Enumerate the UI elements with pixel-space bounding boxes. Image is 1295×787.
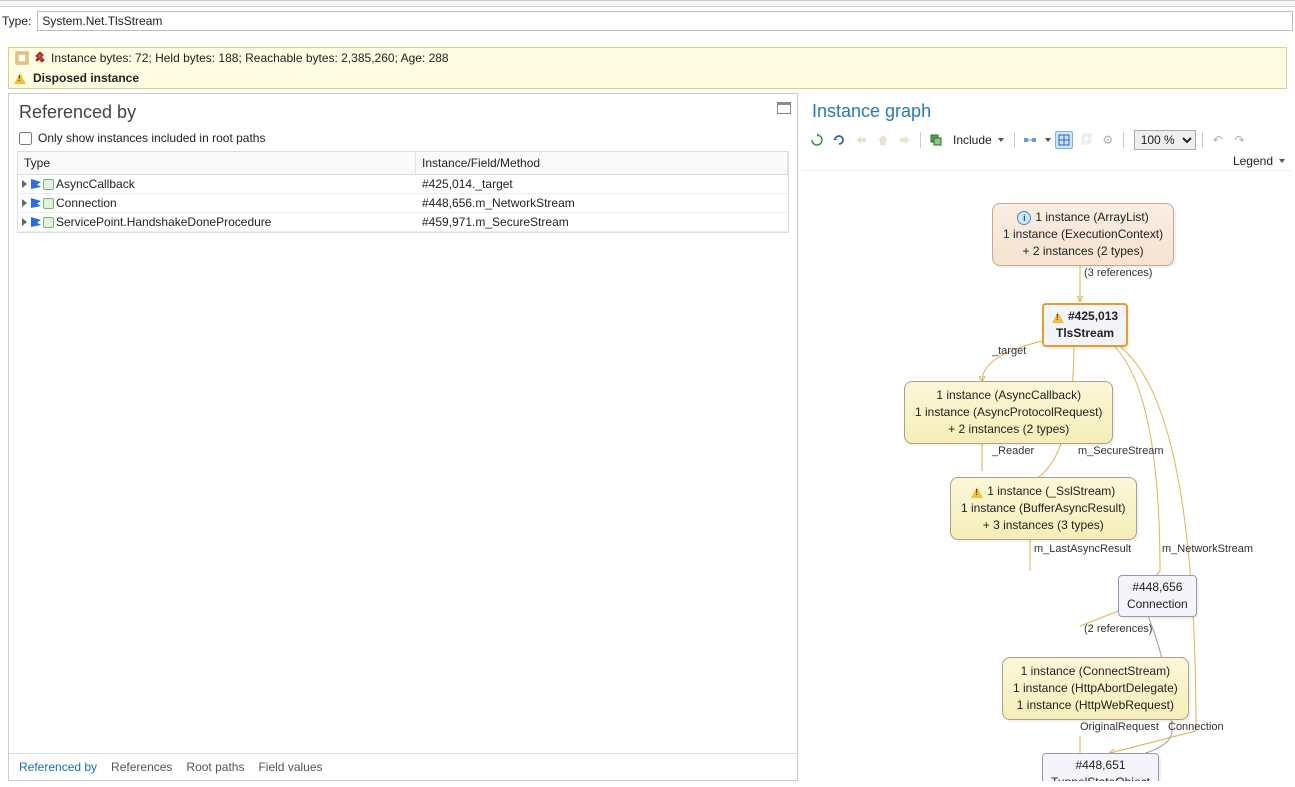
- legend-dropdown[interactable]: Legend: [1233, 154, 1285, 168]
- bottom-tabs: Referenced by References Root paths Fiel…: [9, 753, 797, 780]
- zoom-select[interactable]: 100 %: [1134, 130, 1196, 150]
- disposed-text: Disposed instance: [33, 71, 139, 85]
- edge-2refs: (2 references): [1084, 623, 1152, 635]
- tab-references[interactable]: References: [111, 760, 172, 774]
- edge-networkstream: m_NetworkStream: [1162, 543, 1253, 555]
- include-dropdown[interactable]: Include: [949, 133, 1008, 147]
- expand-icon[interactable]: [22, 180, 27, 188]
- node-tunnelstate[interactable]: #448,651 TunnelStateObject: [1042, 753, 1159, 781]
- col-instance[interactable]: Instance/Field/Method: [416, 152, 788, 174]
- table-row[interactable]: AsyncCallback #425,014._target: [18, 175, 788, 194]
- instance-cell: #448,656.m_NetworkStream: [416, 194, 788, 212]
- instance-icon: [15, 51, 29, 65]
- tab-referenced-by[interactable]: Referenced by: [19, 760, 97, 774]
- info-bar: Instance bytes: 72; Held bytes: 188; Rea…: [8, 47, 1287, 89]
- pin-icon: [33, 51, 47, 65]
- info-text: Instance bytes: 72; Held bytes: 188; Rea…: [51, 51, 449, 65]
- type-cell: AsyncCallback: [56, 177, 135, 191]
- type-label: Type:: [2, 14, 31, 28]
- node-asynccallback[interactable]: 1 instance (AsyncCallback) 1 instance (A…: [904, 381, 1113, 444]
- table-row[interactable]: ServicePoint.HandshakeDoneProcedure #459,…: [18, 213, 788, 232]
- undo-icon: ↶: [1209, 131, 1227, 149]
- instance-cell: #459,971.m_SecureStream: [416, 213, 788, 231]
- layout-h-icon[interactable]: [1021, 131, 1039, 149]
- node-tlsstream[interactable]: #425,013 TlsStream: [1042, 303, 1128, 347]
- edge-origreq: OriginalRequest: [1080, 721, 1159, 733]
- nav-home-icon: [874, 131, 892, 149]
- edge-target: _target: [992, 345, 1026, 357]
- node-connection[interactable]: #448,656 Connection: [1118, 575, 1197, 617]
- type-cell: ServicePoint.HandshakeDoneProcedure: [56, 215, 271, 229]
- node-connectstream[interactable]: 1 instance (ConnectStream) 1 instance (H…: [1002, 657, 1189, 720]
- edge-securestream: m_SecureStream: [1078, 445, 1164, 457]
- link-icon: [43, 179, 54, 190]
- instance-cell: #425,014._target: [416, 175, 788, 193]
- link-icon: [43, 198, 54, 209]
- layout-auto-icon[interactable]: [1055, 131, 1073, 149]
- nav-fwd-icon: [896, 131, 914, 149]
- layers-icon[interactable]: [927, 131, 945, 149]
- maximize-icon[interactable]: [777, 102, 791, 114]
- copy-icon: [1077, 131, 1095, 149]
- tab-root-paths[interactable]: Root paths: [186, 760, 244, 774]
- gear-icon: ⚙: [1099, 131, 1117, 149]
- layout-dropdown[interactable]: [1045, 138, 1051, 142]
- link-icon: [43, 217, 54, 228]
- refresh-icon[interactable]: [808, 131, 826, 149]
- table-header: Type Instance/Field/Method: [18, 152, 788, 175]
- edge-reader: _Reader: [992, 445, 1034, 457]
- warning-icon: [971, 487, 983, 498]
- edge-connection: Connection: [1168, 721, 1224, 733]
- reload-icon[interactable]: [830, 131, 848, 149]
- warning-icon: [15, 71, 29, 85]
- node-root-group[interactable]: i1 instance (ArrayList) 1 instance (Exec…: [992, 203, 1174, 266]
- referenced-by-title: Referenced by: [9, 94, 797, 129]
- tab-field-values[interactable]: Field values: [258, 760, 322, 774]
- info-icon: i: [1017, 211, 1031, 225]
- edge-3refs: (3 references): [1084, 267, 1152, 279]
- instance-graph-title: Instance graph: [802, 93, 1291, 128]
- expand-icon[interactable]: [22, 199, 27, 207]
- redo-icon: ↷: [1231, 131, 1249, 149]
- type-input[interactable]: [37, 11, 1293, 31]
- node-sslstream[interactable]: 1 instance (_SslStream) 1 instance (Buff…: [950, 477, 1137, 540]
- expand-icon[interactable]: [22, 218, 27, 226]
- table-row[interactable]: Connection #448,656.m_NetworkStream: [18, 194, 788, 213]
- edge-lastasync: m_LastAsyncResult: [1034, 543, 1131, 555]
- root-paths-label: Only show instances included in root pat…: [38, 131, 265, 145]
- root-paths-checkbox[interactable]: [19, 132, 32, 145]
- col-type[interactable]: Type: [18, 152, 416, 174]
- flag-icon: [31, 198, 41, 208]
- flag-icon: [31, 179, 41, 189]
- warning-icon: [1052, 312, 1064, 323]
- flag-icon: [31, 217, 41, 227]
- type-cell: Connection: [56, 196, 117, 210]
- nav-back-icon: [852, 131, 870, 149]
